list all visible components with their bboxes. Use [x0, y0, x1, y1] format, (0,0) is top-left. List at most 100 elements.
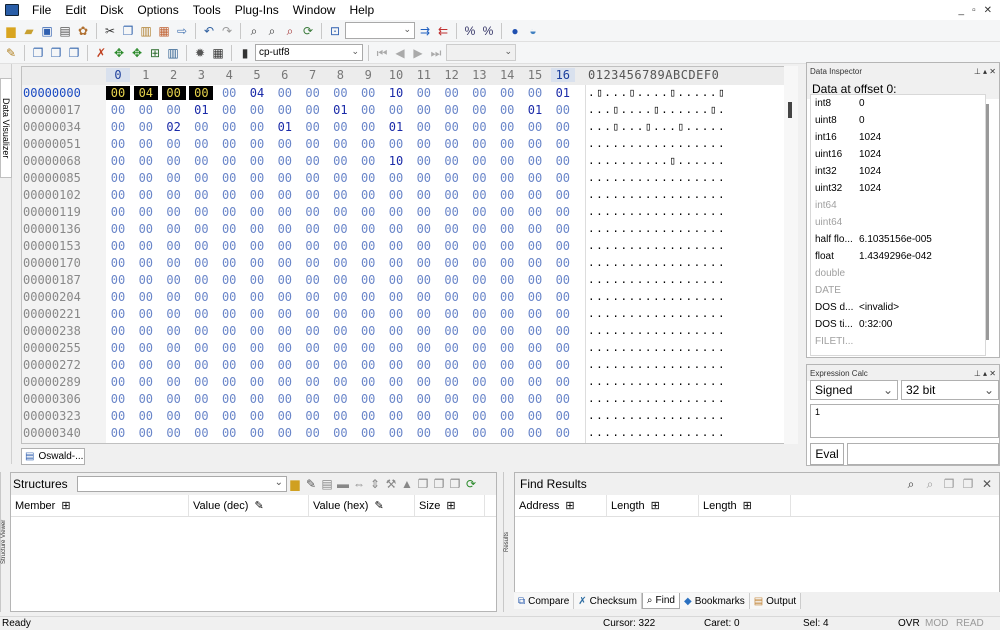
hex-byte[interactable]: 00 [134, 222, 158, 236]
hex-byte[interactable]: 00 [328, 426, 352, 440]
hex-byte[interactable]: 00 [134, 256, 158, 270]
ascii-text[interactable]: .▯...▯....▯.....▯ [588, 86, 726, 99]
hex-row[interactable]: 00000068 00 00 00 00 00 00 00 00 00 00 10 00 00 00 00 00… [22, 153, 784, 170]
hex-byte[interactable]: 00 [328, 205, 352, 219]
hex-byte[interactable]: 00 [384, 392, 408, 406]
hex-byte[interactable]: 00 [273, 409, 297, 423]
inspector-row[interactable]: uint32 1024 [811, 180, 985, 197]
results-clear-icon[interactable]: ✕ [979, 476, 995, 492]
hex-byte[interactable]: 00 [162, 358, 186, 372]
hex-byte[interactable]: 00 [467, 205, 491, 219]
hex-byte[interactable]: 00 [412, 392, 436, 406]
inspector-row[interactable]: int16 1024 [811, 129, 985, 146]
hex-byte[interactable]: 00 [273, 443, 297, 444]
hex-byte[interactable]: 00 [467, 392, 491, 406]
structure-select[interactable]: ⌄ [77, 476, 287, 492]
hex-byte[interactable]: 00 [467, 375, 491, 389]
hex-byte[interactable]: 00 [495, 239, 519, 253]
hex-byte[interactable]: 00 [134, 307, 158, 321]
copy-icon[interactable]: ❐ [120, 23, 136, 39]
hex-byte[interactable]: 00 [551, 443, 575, 444]
hex-byte[interactable]: 00 [134, 137, 158, 151]
hex-byte[interactable]: 00 [440, 137, 464, 151]
hex-byte[interactable]: 00 [245, 239, 269, 253]
hex-byte[interactable]: 00 [384, 307, 408, 321]
hex-byte[interactable]: 00 [328, 307, 352, 321]
hex-byte[interactable]: 00 [217, 86, 241, 100]
hex-byte[interactable]: 00 [467, 188, 491, 202]
hex-byte[interactable]: 00 [440, 239, 464, 253]
settings-icon[interactable]: ✹ [192, 45, 208, 61]
structure-viewer-side-tab[interactable]: Structure Viewer [0, 472, 10, 612]
paste-icon[interactable]: ▥ [138, 23, 154, 39]
hex-byte[interactable]: 00 [162, 222, 186, 236]
hex-byte[interactable]: 00 [440, 443, 464, 444]
hex-byte[interactable]: 00 [217, 120, 241, 134]
hex-byte[interactable]: 00 [328, 341, 352, 355]
hex-byte[interactable]: 00 [356, 239, 380, 253]
hex-byte[interactable]: 00 [301, 290, 325, 304]
col-address[interactable]: Address ⊞ [515, 495, 607, 516]
hex-byte[interactable]: 00 [467, 120, 491, 134]
hex-byte[interactable]: 00 [356, 392, 380, 406]
hex-byte[interactable]: 00 [328, 443, 352, 444]
tab-checksum[interactable]: ✗ Checksum [574, 593, 642, 609]
ascii-text[interactable]: ................. [588, 392, 726, 405]
hex-byte[interactable]: 00 [523, 137, 547, 151]
hex-byte[interactable]: 00 [301, 358, 325, 372]
hex-byte[interactable]: 00 [356, 341, 380, 355]
ascii-text[interactable]: ...▯....▯......▯. [588, 103, 726, 116]
hex-row[interactable]: 00000306 00 00 00 00 00 00 00 00 00 00 00 00 00 00 00 00… [22, 391, 784, 408]
record-combo[interactable]: ⌄ [446, 44, 516, 61]
hex-byte[interactable]: 00 [495, 341, 519, 355]
hex-byte[interactable]: 00 [301, 205, 325, 219]
hex-byte[interactable]: 00 [495, 154, 519, 168]
hex-byte[interactable]: 00 [328, 392, 352, 406]
save-icon[interactable]: ▣ [39, 23, 55, 39]
hex-byte[interactable]: 00 [412, 256, 436, 270]
hex-byte[interactable]: 00 [245, 205, 269, 219]
hex-byte[interactable]: 00 [384, 273, 408, 287]
modify-icon[interactable]: ✥ [111, 45, 127, 61]
hex-byte[interactable]: 00 [301, 188, 325, 202]
hex-byte[interactable]: 00 [328, 358, 352, 372]
compare-icon[interactable]: % [462, 23, 478, 39]
hex-byte[interactable]: 00 [273, 273, 297, 287]
hex-byte[interactable]: 00 [162, 273, 186, 287]
hex-byte[interactable]: 00 [412, 154, 436, 168]
hex-byte[interactable]: 00 [495, 86, 519, 100]
hex-byte[interactable]: 00 [134, 392, 158, 406]
hex-byte[interactable]: 00 [273, 324, 297, 338]
hex-byte[interactable]: 00 [440, 409, 464, 423]
hex-byte[interactable]: 00 [412, 324, 436, 338]
hex-byte[interactable]: 00 [384, 103, 408, 117]
inspector-row[interactable]: uint16 1024 [811, 146, 985, 163]
hex-byte[interactable]: 00 [162, 171, 186, 185]
hex-row[interactable]: 00000051 00 00 00 00 00 00 00 00 00 00 00 00 00 00 00 00… [22, 136, 784, 153]
hex-byte[interactable]: 00 [412, 341, 436, 355]
hex-byte[interactable]: 00 [217, 375, 241, 389]
hex-byte[interactable]: 00 [440, 171, 464, 185]
hex-byte[interactable]: 00 [440, 222, 464, 236]
inspector-row[interactable]: FILETI... [811, 333, 985, 350]
hex-byte[interactable]: 00 [106, 188, 130, 202]
refresh-icon[interactable]: ⟳ [300, 23, 316, 39]
inspector-row[interactable]: DATE [811, 282, 985, 299]
hex-byte[interactable]: 00 [523, 341, 547, 355]
hex-byte[interactable]: 00 [162, 307, 186, 321]
struct-doc-icon[interactable]: ▤ [319, 476, 335, 492]
hex-byte[interactable]: 00 [217, 188, 241, 202]
hex-byte[interactable]: 00 [134, 154, 158, 168]
hex-byte[interactable]: 00 [217, 239, 241, 253]
hex-byte[interactable]: 00 [440, 290, 464, 304]
hex-byte[interactable]: 00 [356, 426, 380, 440]
hex-row[interactable]: 00000102 00 00 00 00 00 00 00 00 00 00 00 00 00 00 00 00… [22, 187, 784, 204]
hex-byte[interactable]: 00 [495, 171, 519, 185]
compare-data-icon[interactable]: ⊞ [147, 45, 163, 61]
hex-byte[interactable]: 00 [495, 222, 519, 236]
hex-byte[interactable]: 00 [440, 324, 464, 338]
print-icon[interactable]: ▤ [57, 23, 73, 39]
hex-byte[interactable]: 00 [273, 290, 297, 304]
undo-icon[interactable]: ↶ [201, 23, 217, 39]
hex-byte[interactable]: 00 [245, 120, 269, 134]
